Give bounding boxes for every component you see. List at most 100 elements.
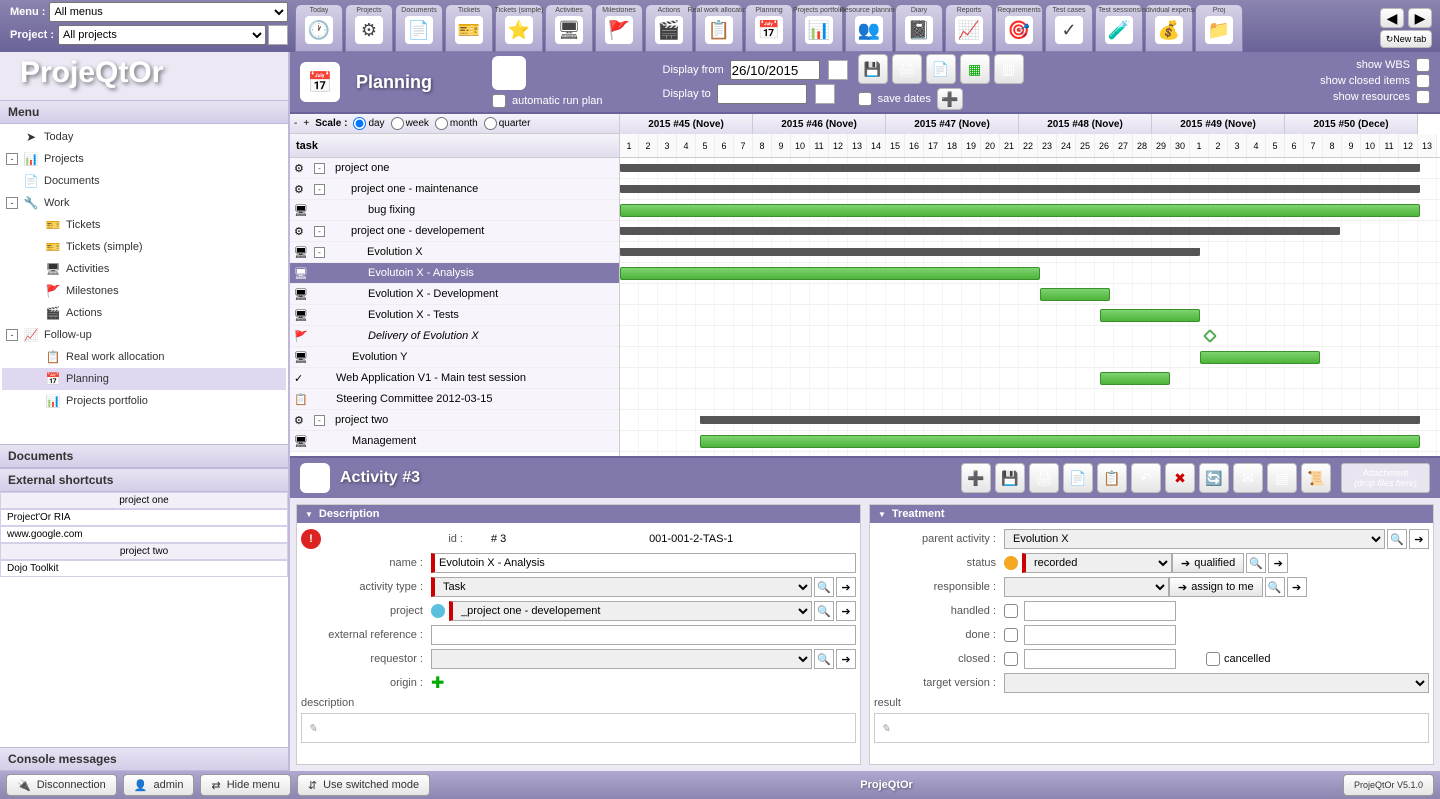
switched-mode-button[interactable]: ⇵ Use switched mode xyxy=(297,774,430,796)
add-origin-icon[interactable]: ✚ xyxy=(431,673,444,693)
top-tab[interactable]: Today🕐 xyxy=(295,4,343,52)
target-version-select[interactable] xyxy=(1004,673,1429,693)
top-tab[interactable]: Test sessions🧪 xyxy=(1095,4,1143,52)
task-row[interactable]: 🖥Evolutoin X - Analysis xyxy=(290,263,619,284)
task-row[interactable]: ✓Web Application V1 - Main test session xyxy=(290,368,619,389)
gantt-chart[interactable] xyxy=(620,158,1440,456)
display-from-input[interactable] xyxy=(730,60,820,80)
export-button[interactable]: ▦ xyxy=(960,54,990,84)
top-tab[interactable]: Projects⚙ xyxy=(345,4,393,52)
task-row[interactable]: ⚙-project one xyxy=(290,158,619,179)
tree-item[interactable]: ➤Today xyxy=(2,126,286,148)
qualified-button[interactable]: ➔ qualified xyxy=(1172,553,1244,573)
delete-button[interactable]: ✖ xyxy=(1165,463,1195,493)
expander-icon[interactable]: - xyxy=(314,415,325,426)
top-tab[interactable]: Projects portfolio📊 xyxy=(795,4,843,52)
parent-activity-select[interactable]: Evolution X xyxy=(1004,529,1385,549)
gantt-bar[interactable] xyxy=(1040,288,1110,301)
top-tab[interactable]: Tickets🎫 xyxy=(445,4,493,52)
tree-item[interactable]: 🚩Milestones xyxy=(2,280,286,302)
show-closed-checkbox[interactable] xyxy=(1416,74,1430,88)
task-row[interactable]: 🖥Evolution X - Development xyxy=(290,284,619,305)
nav-fwd-icon[interactable]: ▶ xyxy=(1408,8,1432,28)
project-select[interactable]: All projects xyxy=(58,25,266,45)
task-row[interactable]: ⚙-project one - developement xyxy=(290,221,619,242)
scale-day-radio[interactable] xyxy=(353,117,366,130)
show-wbs-checkbox[interactable] xyxy=(1416,58,1430,72)
top-tab[interactable]: Individual expense💰 xyxy=(1145,4,1193,52)
description-section[interactable]: Description xyxy=(297,505,860,523)
tree-item[interactable]: -📊Projects xyxy=(2,148,286,170)
save-button[interactable]: 💾 xyxy=(995,463,1025,493)
multi-button[interactable]: ▤ xyxy=(1267,463,1297,493)
gantt-bar[interactable] xyxy=(620,204,1420,217)
tree-item[interactable]: 🖥Activities xyxy=(2,258,286,280)
task-row[interactable]: 🚩Delivery of Evolution X xyxy=(290,326,619,347)
gantt-bar[interactable] xyxy=(700,416,1420,424)
task-row[interactable]: 🖥-Evolution X xyxy=(290,242,619,263)
run-plan-icon[interactable]: ⚙ xyxy=(492,56,526,90)
gantt-bar[interactable] xyxy=(1200,351,1320,364)
goto-icon[interactable]: ➔ xyxy=(1409,529,1429,549)
extref-input[interactable] xyxy=(431,625,856,645)
dropdown-icon[interactable]: ▾ xyxy=(828,60,848,80)
console-section-header[interactable]: Console messages xyxy=(0,747,288,771)
tree-item[interactable]: 🎫Tickets xyxy=(2,214,286,236)
task-row[interactable]: 🖥Evolution Y xyxy=(290,347,619,368)
cancelled-checkbox[interactable] xyxy=(1206,652,1220,666)
undo-button[interactable]: ↶ xyxy=(1131,463,1161,493)
shortcut-link[interactable]: www.google.com xyxy=(0,526,288,543)
dropdown-icon[interactable]: ▾ xyxy=(815,84,835,104)
tree-item[interactable]: -🔧Work xyxy=(2,192,286,214)
top-tab[interactable]: Milestones🚩 xyxy=(595,4,643,52)
print-button[interactable]: 🖨 xyxy=(892,54,922,84)
done-checkbox[interactable] xyxy=(1004,628,1018,642)
nav-back-icon[interactable]: ◀ xyxy=(1380,8,1404,28)
expander-icon[interactable]: - xyxy=(314,184,325,195)
gantt-bar[interactable] xyxy=(620,164,1420,172)
top-tab[interactable]: Reports📈 xyxy=(945,4,993,52)
handled-date[interactable] xyxy=(1024,601,1176,621)
add-button[interactable]: ➕ xyxy=(937,88,963,110)
top-tab[interactable]: Test cases✓ xyxy=(1045,4,1093,52)
activity-type-select[interactable]: Task xyxy=(431,577,812,597)
expander-icon[interactable]: - xyxy=(6,329,18,341)
save-button[interactable]: 💾 xyxy=(858,54,888,84)
top-tab[interactable]: Actions🎬 xyxy=(645,4,693,52)
search-icon[interactable]: 🔍 xyxy=(814,577,834,597)
gantt-bar[interactable] xyxy=(1100,309,1200,322)
pdf-button[interactable]: 📄 xyxy=(1063,463,1093,493)
expander-icon[interactable]: - xyxy=(314,163,325,174)
scale-month-radio[interactable] xyxy=(435,117,448,130)
menu-select[interactable]: All menus xyxy=(49,2,288,22)
columns-button[interactable]: ▥ xyxy=(994,54,1024,84)
gantt-bar[interactable] xyxy=(620,267,1040,280)
closed-checkbox[interactable] xyxy=(1004,652,1018,666)
top-tab[interactable]: Activities🖥 xyxy=(545,4,593,52)
search-icon[interactable]: 🔍 xyxy=(814,649,834,669)
gantt-bar[interactable] xyxy=(620,227,1340,235)
task-row[interactable]: ⚙-project one - maintenance xyxy=(290,179,619,200)
expand-all-icon[interactable]: + xyxy=(303,118,309,129)
disconnect-button[interactable]: 🔌 Disconnection xyxy=(6,774,117,796)
print-button[interactable]: 🖨 xyxy=(1029,463,1059,493)
gantt-bar[interactable] xyxy=(1203,329,1217,343)
tree-item[interactable]: 🎫Tickets (simple) xyxy=(2,236,286,258)
tree-item[interactable]: 🎬Actions xyxy=(2,302,286,324)
tree-item[interactable]: -📈Follow-up xyxy=(2,324,286,346)
status-select[interactable]: recorded xyxy=(1022,553,1172,573)
name-input[interactable] xyxy=(431,553,856,573)
auto-run-checkbox[interactable] xyxy=(492,94,506,108)
user-button[interactable]: 👤 admin xyxy=(123,774,195,796)
search-icon[interactable]: 🔍 xyxy=(1265,577,1285,597)
search-icon[interactable]: 🔍 xyxy=(1387,529,1407,549)
copy-button[interactable]: 📋 xyxy=(1097,463,1127,493)
mail-button[interactable]: ✉ xyxy=(1233,463,1263,493)
collapse-all-icon[interactable]: - xyxy=(294,118,297,129)
goto-icon[interactable]: ➔ xyxy=(1268,553,1288,573)
treatment-section[interactable]: Treatment xyxy=(870,505,1433,523)
new-button[interactable]: ➕ xyxy=(961,463,991,493)
expander-icon[interactable]: - xyxy=(314,226,325,237)
pdf-button[interactable]: 📄 xyxy=(926,54,956,84)
description-richtext[interactable]: ✎ xyxy=(301,713,856,743)
